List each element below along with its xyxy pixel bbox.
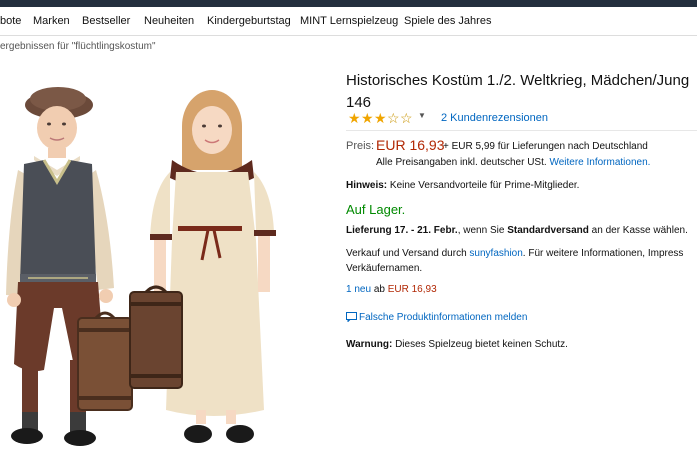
- girl-figure: [129, 90, 276, 443]
- nav-item-bestseller[interactable]: Bestseller: [82, 15, 130, 27]
- nav-item-marken[interactable]: Marken: [33, 15, 70, 27]
- report-info-link[interactable]: Falsche Produktinformationen melden: [346, 312, 527, 323]
- category-nav: bote Marken Bestseller Neuheiten Kinderg…: [0, 7, 697, 36]
- offers: 1 neu ab EUR 16,93: [346, 284, 437, 295]
- nav-item-bote[interactable]: bote: [0, 15, 21, 27]
- nav-item-kindergeburtstag[interactable]: Kindergeburtstag: [207, 15, 291, 27]
- star-icon: ★: [348, 110, 361, 126]
- seller-info: Verkauf und Versand durch sunyfashion. F…: [346, 248, 684, 274]
- offers-link[interactable]: 1 neu: [346, 284, 371, 295]
- product-title: Historisches Kostüm 1./2. Weltkrieg, Mäd…: [346, 72, 690, 111]
- warning-note: Warnung: Dieses Spielzeug bietet keinen …: [346, 339, 568, 350]
- chevron-down-icon[interactable]: ▼: [418, 111, 426, 120]
- divider: [346, 130, 697, 131]
- boy-figure: [6, 87, 133, 446]
- nav-item-neuheiten[interactable]: Neuheiten: [144, 15, 194, 27]
- star-outline-icon: ☆: [387, 110, 400, 126]
- speech-bubble-icon: [346, 312, 357, 323]
- breadcrumb[interactable]: ergebnissen für "flüchtlingskostum": [0, 41, 156, 52]
- stock-status: Auf Lager.: [346, 202, 406, 217]
- price: EUR 16,93: [376, 137, 445, 153]
- product-image[interactable]: [0, 60, 330, 451]
- offers-price: EUR 16,93: [387, 284, 437, 295]
- seller-link[interactable]: sunyfashion: [469, 248, 522, 259]
- top-bar: [0, 0, 697, 7]
- nav-item-spiele-des-jahres[interactable]: Spiele des Jahres: [404, 15, 491, 27]
- nav-item-mint[interactable]: MINT Lernspielzeug: [300, 15, 398, 27]
- shipping-cost: + EUR 5,99 für Lieferungen nach Deutschl…: [443, 141, 648, 152]
- vat-note: Alle Preisangaben inkl. deutscher USt. W…: [376, 157, 651, 168]
- price-label: Preis:: [346, 140, 375, 152]
- star-outline-icon: ☆: [400, 110, 413, 126]
- more-info-link[interactable]: Weitere Informationen.: [549, 157, 650, 168]
- star-icon: ★: [374, 110, 387, 126]
- reviews-link[interactable]: 2 Kundenrezensionen: [441, 112, 548, 124]
- star-icon: ★: [361, 110, 374, 126]
- prime-notice: Hinweis: Keine Versandvorteile für Prime…: [346, 180, 580, 191]
- delivery-info: Lieferung 17. - 21. Febr., wenn Sie Stan…: [346, 225, 688, 236]
